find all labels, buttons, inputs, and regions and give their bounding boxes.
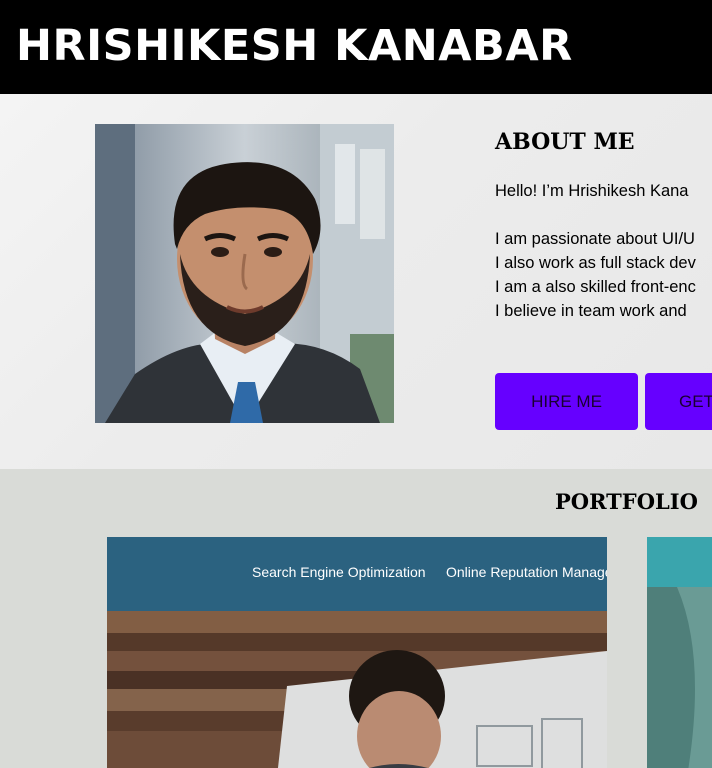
about-line: I also work as full stack dev <box>495 254 696 272</box>
about-line: I am passionate about UI/U <box>495 230 695 248</box>
nav-link-seo: Search Engine Optimization <box>252 564 426 580</box>
get-in-touch-button[interactable]: GET <box>645 373 712 430</box>
about-greeting: Hello! I’m Hrishikesh Kana <box>495 182 689 200</box>
portfolio-card[interactable]: Search Engine Optimization Online Reputa… <box>107 537 607 768</box>
site-header: HRISHIKESH KANABAR <box>0 0 712 94</box>
portfolio-card-partial[interactable] <box>647 537 712 768</box>
portfolio-section: PORTFOLIO Search Engine Optimization Onl… <box>0 469 712 768</box>
about-line: I believe in team work and <box>495 302 687 320</box>
about-title: ABOUT ME <box>495 129 635 155</box>
profile-photo <box>95 124 394 423</box>
portfolio-card-image <box>647 537 712 768</box>
about-line: I am a also skilled front-enc <box>495 278 696 296</box>
portfolio-title: PORTFOLIO <box>555 489 698 514</box>
about-section: ABOUT ME Hello! I’m Hrishikesh Kana I am… <box>0 94 712 469</box>
nav-link-orm: Online Reputation Manage <box>446 564 607 580</box>
portfolio-card-image <box>107 611 607 768</box>
site-title[interactable]: HRISHIKESH KANABAR <box>16 19 573 73</box>
about-text: Hello! I’m Hrishikesh Kana I am passiona… <box>495 179 712 323</box>
hire-me-button[interactable]: HIRE ME <box>495 373 638 430</box>
card-preview-nav: Search Engine Optimization Online Reputa… <box>107 537 607 611</box>
